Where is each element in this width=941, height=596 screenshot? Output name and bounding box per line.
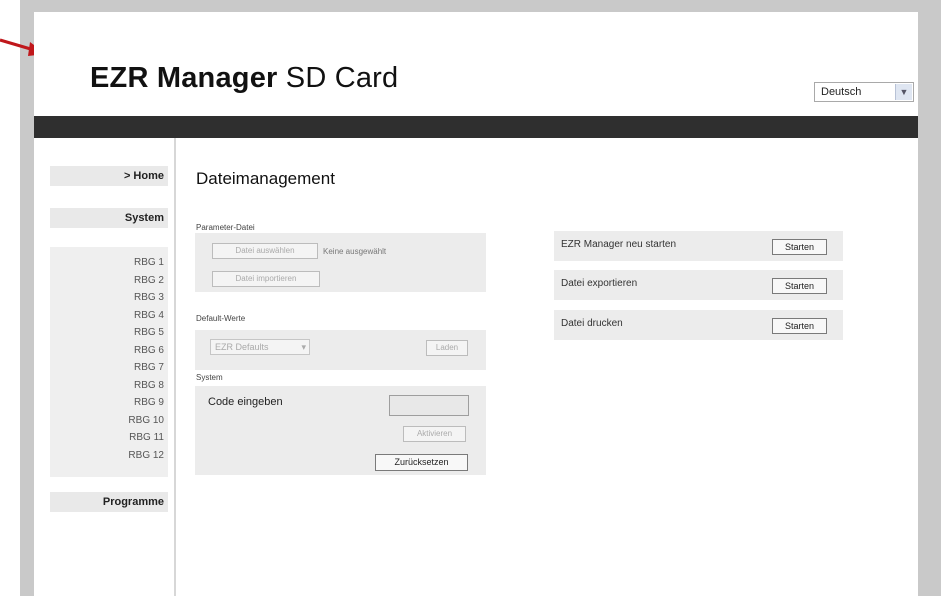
sidebar-item-rbg[interactable]: RBG 11 [129,432,164,443]
app-page: EZR Manager SD Card Deutsch ▼ > Home Sys… [34,12,918,596]
page-title: Dateimanagement [196,169,335,188]
sidebar-item-rbg[interactable]: RBG 3 [134,292,164,303]
defaults-select-value: EZR Defaults [215,342,269,352]
action-label: EZR Manager neu starten [561,239,677,250]
load-defaults-button[interactable]: Laden [426,340,468,356]
language-value: Deutsch [821,86,862,98]
action-row-restart: EZR Manager neu starten Starten [554,231,843,261]
sidebar-item-rbg[interactable]: RBG 8 [134,380,164,391]
action-row-print: Datei drucken Starten [554,310,843,340]
action-label: Datei drucken [561,318,623,329]
defaults-label: Default-Werte [196,314,246,323]
sidebar-item-system[interactable]: System [50,208,168,228]
system-label: System [196,373,223,382]
app-title: EZR Manager SD Card [90,62,399,94]
code-label: Code eingeben [208,396,283,408]
import-file-button[interactable]: Datei importieren [212,271,320,287]
export-start-button[interactable]: Starten [772,278,827,294]
window-left-border [20,0,34,596]
sidebar-item-rbg[interactable]: RBG 9 [134,397,164,408]
language-select[interactable]: Deutsch ▼ [814,82,914,102]
param-file-label: Parameter-Datei [196,223,255,232]
sidebar-item-rbg[interactable]: RBG 4 [134,310,164,321]
sidebar-item-rbg[interactable]: RBG 7 [134,362,164,373]
action-label: Datei exportieren [561,278,638,289]
activate-button[interactable]: Aktivieren [403,426,466,442]
sidebar-item-rbg[interactable]: RBG 2 [134,275,164,286]
reset-button[interactable]: Zurücksetzen [375,454,468,471]
defaults-select[interactable]: EZR Defaults ▾ [210,339,310,355]
restart-start-button[interactable]: Starten [772,239,827,255]
choose-file-button[interactable]: Datei auswählen [212,243,318,259]
sidebar-item-rbg[interactable]: RBG 5 [134,327,164,338]
sidebar-item-rbg[interactable]: RBG 12 [128,450,164,461]
chevron-down-icon: ▾ [301,342,306,352]
sidebar-divider [174,138,176,596]
sidebar-item-rbg[interactable]: RBG 1 [134,257,164,268]
action-row-export: Datei exportieren Starten [554,270,843,300]
chevron-down-icon[interactable]: ▼ [895,84,912,100]
header-band [34,116,918,138]
print-start-button[interactable]: Starten [772,318,827,334]
code-input[interactable] [389,395,469,416]
sidebar-item-rbg[interactable]: RBG 10 [128,415,164,426]
window-top-border [20,0,941,12]
window-right-border [918,0,941,596]
sidebar-rbg-list: RBG 1 RBG 2 RBG 3 RBG 4 RBG 5 RBG 6 RBG 7 RBG 8… [50,247,168,477]
sidebar-item-home[interactable]: > Home [50,166,168,186]
sidebar-item-rbg[interactable]: RBG 6 [134,345,164,356]
sidebar-item-programme[interactable]: Programme [50,492,168,512]
no-file-text: Keine ausgewählt [323,247,387,256]
